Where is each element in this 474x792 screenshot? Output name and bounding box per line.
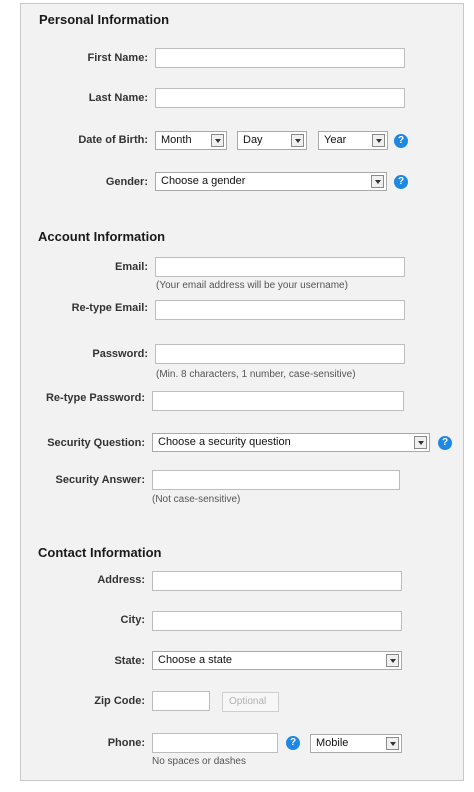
security-answer-hint: (Not case-sensitive)	[152, 494, 241, 505]
retype-email-label: Re-type Email:	[71, 302, 148, 314]
security-question-select[interactable]: Choose a security question	[152, 433, 430, 452]
zip-code-label: Zip Code:	[94, 695, 145, 707]
chevron-down-icon	[371, 175, 384, 188]
first-name-field[interactable]	[155, 48, 405, 68]
help-icon[interactable]: ?	[286, 736, 300, 750]
chevron-down-icon	[414, 436, 427, 449]
phone-field[interactable]	[152, 733, 278, 753]
phone-type-value: Mobile	[316, 737, 349, 749]
help-icon[interactable]: ?	[438, 436, 452, 450]
dob-day-select[interactable]: Day	[237, 131, 307, 150]
section-title-personal: Personal Information	[39, 12, 170, 27]
phone-label: Phone:	[107, 737, 145, 749]
phone-type-select[interactable]: Mobile	[310, 734, 402, 753]
state-value: Choose a state	[158, 654, 232, 666]
city-field[interactable]	[152, 611, 402, 631]
chevron-down-icon	[372, 134, 385, 147]
password-label: Password:	[92, 348, 148, 360]
security-question-label: Security Question:	[47, 437, 145, 449]
gender-value: Choose a gender	[161, 175, 246, 187]
first-name-label: First Name:	[87, 52, 148, 64]
state-label: State:	[114, 655, 145, 667]
dob-year-value: Year	[324, 134, 347, 146]
chevron-down-icon	[386, 654, 399, 667]
retype-password-label: Re-type Password:	[45, 392, 145, 404]
gender-label: Gender:	[105, 176, 148, 188]
section-title-contact: Contact Information	[38, 545, 162, 560]
security-answer-field[interactable]	[152, 470, 400, 490]
dob-day-value: Day	[243, 134, 263, 146]
zip-optional-field[interactable]: Optional	[222, 692, 279, 712]
dob-label: Date of Birth:	[78, 134, 148, 146]
last-name-label: Last Name:	[88, 92, 148, 104]
chevron-down-icon	[386, 737, 399, 750]
password-field[interactable]	[155, 344, 405, 364]
last-name-field[interactable]	[155, 88, 405, 108]
dob-month-value: Month	[161, 134, 192, 146]
gender-select[interactable]: Choose a gender	[155, 172, 387, 191]
city-label: City:	[120, 614, 145, 626]
help-icon[interactable]: ?	[394, 134, 408, 148]
email-hint: (Your email address will be your usernam…	[156, 280, 348, 291]
security-answer-label: Security Answer:	[55, 474, 145, 486]
retype-email-field[interactable]	[155, 300, 405, 320]
chevron-down-icon	[211, 134, 224, 147]
email-label: Email:	[114, 261, 148, 273]
password-hint: (Min. 8 characters, 1 number, case-sensi…	[156, 369, 356, 380]
email-field[interactable]	[155, 257, 405, 277]
dob-month-select[interactable]: Month	[155, 131, 227, 150]
state-select[interactable]: Choose a state	[152, 651, 402, 670]
dob-year-select[interactable]: Year	[318, 131, 388, 150]
zip-code-field[interactable]	[152, 691, 210, 711]
chevron-down-icon	[291, 134, 304, 147]
security-question-value: Choose a security question	[158, 436, 291, 448]
section-title-account: Account Information	[38, 229, 166, 244]
retype-password-field[interactable]	[152, 391, 404, 411]
help-icon[interactable]: ?	[394, 175, 408, 189]
address-field[interactable]	[152, 571, 402, 591]
address-label: Address:	[97, 574, 145, 586]
phone-hint: No spaces or dashes	[152, 756, 246, 767]
